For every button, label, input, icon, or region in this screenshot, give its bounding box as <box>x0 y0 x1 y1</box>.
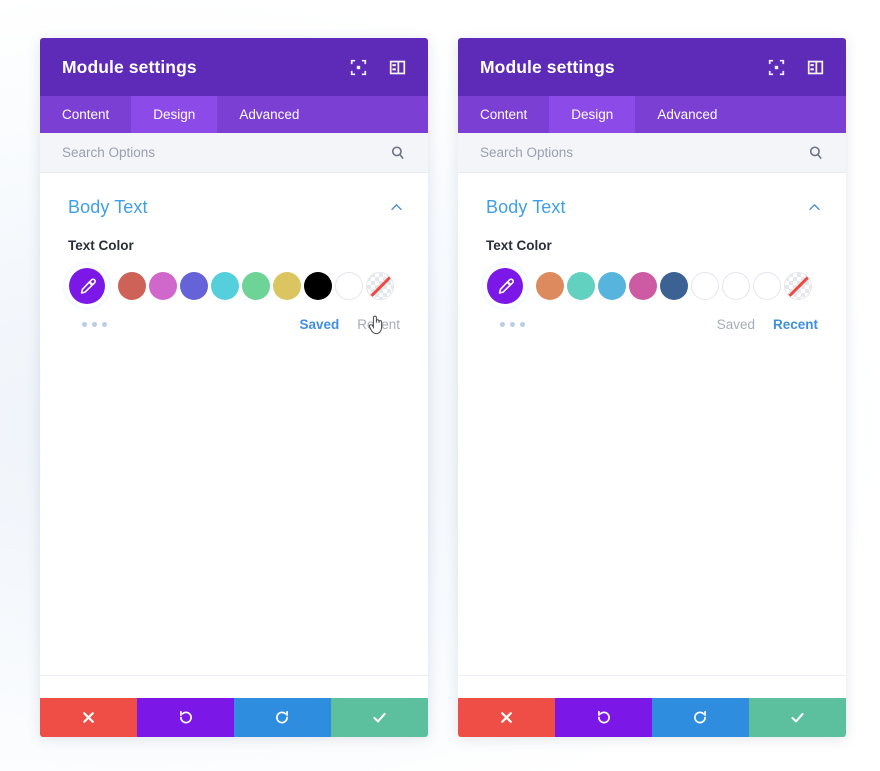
checkmark-icon <box>789 709 806 726</box>
redo-button[interactable] <box>652 698 749 737</box>
search-input[interactable] <box>62 145 390 160</box>
section-title: Body Text <box>486 197 566 217</box>
chevron-up-icon[interactable] <box>807 200 822 215</box>
swatch-color[interactable] <box>180 272 208 300</box>
settings-tabbar: Content Design Advanced <box>458 96 846 133</box>
swatch-color[interactable] <box>273 272 301 300</box>
page-title: Module settings <box>480 56 615 77</box>
tab-content[interactable]: Content <box>458 96 549 133</box>
swatch-color[interactable] <box>242 272 270 300</box>
search-bar <box>40 133 428 173</box>
palette-tabs: Saved Recent <box>299 317 400 332</box>
footer-action-bar <box>40 698 428 737</box>
palette-tabs: Saved Recent <box>717 317 818 332</box>
panel-footer <box>40 675 428 737</box>
swatch-empty[interactable] <box>335 272 363 300</box>
search-bar <box>458 133 846 173</box>
field-label-text-color: Text Color <box>486 238 552 253</box>
close-x-icon <box>80 709 97 726</box>
more-options-dots[interactable] <box>82 322 107 327</box>
section-title: Body Text <box>68 197 148 217</box>
tab-design[interactable]: Design <box>549 96 636 133</box>
palette-control-row: Saved Recent <box>458 307 846 332</box>
settings-tabbar: Content Design Advanced <box>40 96 428 133</box>
tab-advanced[interactable]: Advanced <box>635 96 739 133</box>
header-icon-group <box>350 59 406 76</box>
undo-button[interactable] <box>555 698 652 737</box>
fullscreen-icon[interactable] <box>768 59 785 76</box>
palette-tab-recent[interactable]: Recent <box>357 317 400 332</box>
more-options-dots[interactable] <box>500 322 525 327</box>
swatch-empty[interactable] <box>753 272 781 300</box>
cancel-button[interactable] <box>40 698 137 737</box>
module-settings-panel-left: Module settings ContentDesignAdvanced Body… <box>40 38 428 737</box>
palette-tab-saved[interactable]: Saved <box>299 317 339 332</box>
swatch-none[interactable] <box>784 272 812 300</box>
search-input[interactable] <box>480 145 808 160</box>
swatch-color[interactable] <box>536 272 564 300</box>
save-button[interactable] <box>749 698 846 737</box>
palette-control-row: Saved Recent <box>40 307 428 332</box>
panel-footer <box>458 675 846 737</box>
search-icon[interactable] <box>390 145 406 161</box>
color-swatch-row <box>40 253 428 311</box>
swatch-none[interactable] <box>366 272 394 300</box>
panel-header: Module settings <box>458 38 846 96</box>
screenshot-stage: Module settingsContentDesignAdvancedBody… <box>0 0 880 771</box>
color-picker-button[interactable] <box>480 261 530 311</box>
redo-arrow-icon <box>692 709 709 726</box>
color-swatch-row <box>458 253 846 311</box>
page-title: Module settings <box>62 56 197 77</box>
swatch-color[interactable] <box>211 272 239 300</box>
swatch-list <box>118 272 394 300</box>
undo-button[interactable] <box>137 698 234 737</box>
color-picker-button[interactable] <box>62 261 112 311</box>
module-settings-panel-right: Module settings ContentDesignAdvanced Body… <box>458 38 846 737</box>
panel-body: Body Text Text Color Saved Recent <box>40 173 428 675</box>
swatch-list <box>536 272 812 300</box>
fullscreen-icon[interactable] <box>350 59 367 76</box>
header-icon-group <box>768 59 824 76</box>
palette-tab-recent[interactable]: Recent <box>773 317 818 332</box>
section-header-body-text[interactable]: Body Text <box>458 173 846 218</box>
undo-arrow-icon <box>595 709 612 726</box>
swatch-color[interactable] <box>149 272 177 300</box>
eyedropper-icon <box>496 277 515 296</box>
tab-advanced[interactable]: Advanced <box>217 96 321 133</box>
tab-content[interactable]: Content <box>40 96 131 133</box>
field-label-text-color: Text Color <box>68 238 134 253</box>
chevron-up-icon[interactable] <box>389 200 404 215</box>
eyedropper-icon <box>78 277 97 296</box>
palette-tab-saved[interactable]: Saved <box>717 317 755 332</box>
swatch-color[interactable] <box>304 272 332 300</box>
swatch-empty[interactable] <box>691 272 719 300</box>
panel-body: Body Text Text Color Saved Recent <box>458 173 846 675</box>
swatch-color[interactable] <box>567 272 595 300</box>
search-icon[interactable] <box>808 145 824 161</box>
swatch-color[interactable] <box>629 272 657 300</box>
footer-action-bar <box>458 698 846 737</box>
cancel-button[interactable] <box>458 698 555 737</box>
tab-design[interactable]: Design <box>131 96 218 133</box>
swatch-color[interactable] <box>598 272 626 300</box>
swatch-empty[interactable] <box>722 272 750 300</box>
close-x-icon <box>498 709 515 726</box>
picker-swatch[interactable] <box>487 268 523 304</box>
checkmark-icon <box>371 709 388 726</box>
swatch-color[interactable] <box>660 272 688 300</box>
redo-button[interactable] <box>234 698 331 737</box>
redo-arrow-icon <box>274 709 291 726</box>
panel-header: Module settings <box>40 38 428 96</box>
undo-arrow-icon <box>177 709 194 726</box>
section-header-body-text[interactable]: Body Text <box>40 173 428 218</box>
swatch-color[interactable] <box>118 272 146 300</box>
layout-panel-icon[interactable] <box>389 59 406 76</box>
save-button[interactable] <box>331 698 428 737</box>
layout-panel-icon[interactable] <box>807 59 824 76</box>
picker-swatch[interactable] <box>69 268 105 304</box>
